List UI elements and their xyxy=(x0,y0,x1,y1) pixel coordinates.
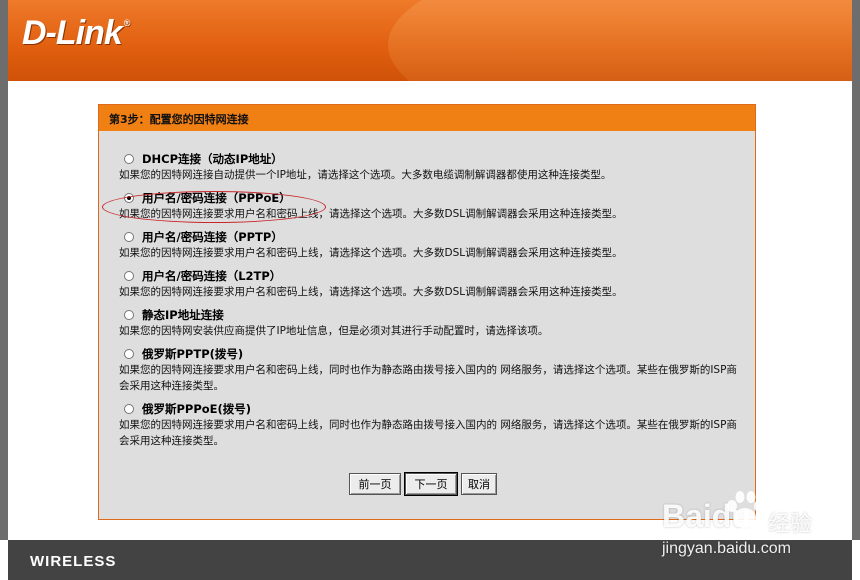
wizard-buttons: 前一页 下一页 取消 xyxy=(349,472,497,496)
option-label[interactable]: 静态IP地址连接 xyxy=(142,307,224,323)
option-description: 如果您的因特网连接要求用户名和密码上线，请选择这个选项。大多数DSL调制解调器会… xyxy=(119,286,623,298)
radio-pptp[interactable] xyxy=(124,232,134,242)
radio-russia-pppoe[interactable] xyxy=(124,404,134,414)
next-button[interactable]: 下一页 xyxy=(404,472,458,496)
prev-button[interactable]: 前一页 xyxy=(349,473,401,495)
option-l2tp: 用户名/密码连接（L2TP） 如果您的因特网连接要求用户名和密码上线，请选择这个… xyxy=(119,268,755,300)
footer-bar: WIRELESS xyxy=(8,540,852,580)
option-pptp: 用户名/密码连接（PPTP） 如果您的因特网连接要求用户名和密码上线，请选择这个… xyxy=(119,229,755,261)
radio-l2tp[interactable] xyxy=(124,271,134,281)
wizard-panel: 第3步：配置您的因特网连接 DHCP连接（动态IP地址） 如果您的因特网连接自动… xyxy=(98,104,756,520)
window-frame-right xyxy=(852,0,860,540)
radio-russia-pptp[interactable] xyxy=(124,349,134,359)
dlink-logo: D-Link ® xyxy=(22,14,130,52)
option-label[interactable]: 俄罗斯PPTP(拨号) xyxy=(142,346,243,362)
option-label[interactable]: 用户名/密码连接（PPTP） xyxy=(142,229,283,245)
radio-dhcp[interactable] xyxy=(124,154,134,164)
option-label[interactable]: 俄罗斯PPPoE(拨号) xyxy=(142,401,251,417)
option-label[interactable]: 用户名/密码连接（PPPoE） xyxy=(142,190,291,206)
option-label[interactable]: 用户名/密码连接（L2TP） xyxy=(142,268,281,284)
header-decoration xyxy=(388,0,852,81)
option-description: 如果您的因特网安装供应商提供了IP地址信息，但是必须对其进行手动配置时，请选择该… xyxy=(119,325,549,337)
header-banner: D-Link ® xyxy=(8,0,852,81)
radio-static-ip[interactable] xyxy=(124,310,134,320)
cancel-button[interactable]: 取消 xyxy=(461,473,497,495)
option-description: 如果您的因特网连接要求用户名和密码上线，同时也作为静态路由拨号接入国内的 网络服… xyxy=(119,419,737,447)
option-russia-pptp: 俄罗斯PPTP(拨号) 如果您的因特网连接要求用户名和密码上线，同时也作为静态路… xyxy=(119,346,755,394)
option-static-ip: 静态IP地址连接 如果您的因特网安装供应商提供了IP地址信息，但是必须对其进行手… xyxy=(119,307,755,339)
option-label[interactable]: DHCP连接（动态IP地址） xyxy=(142,151,283,167)
wireless-label: WIRELESS xyxy=(30,553,117,570)
option-dhcp: DHCP连接（动态IP地址） 如果您的因特网连接自动提供一个IP地址，请选择这个… xyxy=(119,151,755,183)
connection-options: DHCP连接（动态IP地址） 如果您的因特网连接自动提供一个IP地址，请选择这个… xyxy=(99,131,755,449)
option-description: 如果您的因特网连接要求用户名和密码上线，同时也作为静态路由拨号接入国内的 网络服… xyxy=(119,364,737,392)
option-description: 如果您的因特网连接自动提供一个IP地址，请选择这个选项。大多数电缆调制解调器都使… xyxy=(119,169,612,181)
window-frame-left xyxy=(0,0,8,540)
option-description: 如果您的因特网连接要求用户名和密码上线，请选择这个选项。大多数DSL调制解调器会… xyxy=(119,247,623,259)
panel-title: 第3步：配置您的因特网连接 xyxy=(99,105,755,131)
option-russia-pppoe: 俄罗斯PPPoE(拨号) 如果您的因特网连接要求用户名和密码上线，同时也作为静态… xyxy=(119,401,755,449)
radio-pppoe[interactable] xyxy=(124,193,134,203)
option-pppoe: 用户名/密码连接（PPPoE） 如果您的因特网连接要求用户名和密码上线，请选择这… xyxy=(119,190,755,222)
watermark-cn: 经验 xyxy=(768,512,813,537)
option-description: 如果您的因特网连接要求用户名和密码上线，请选择这个选项。大多数DSL调制解调器会… xyxy=(119,208,623,220)
